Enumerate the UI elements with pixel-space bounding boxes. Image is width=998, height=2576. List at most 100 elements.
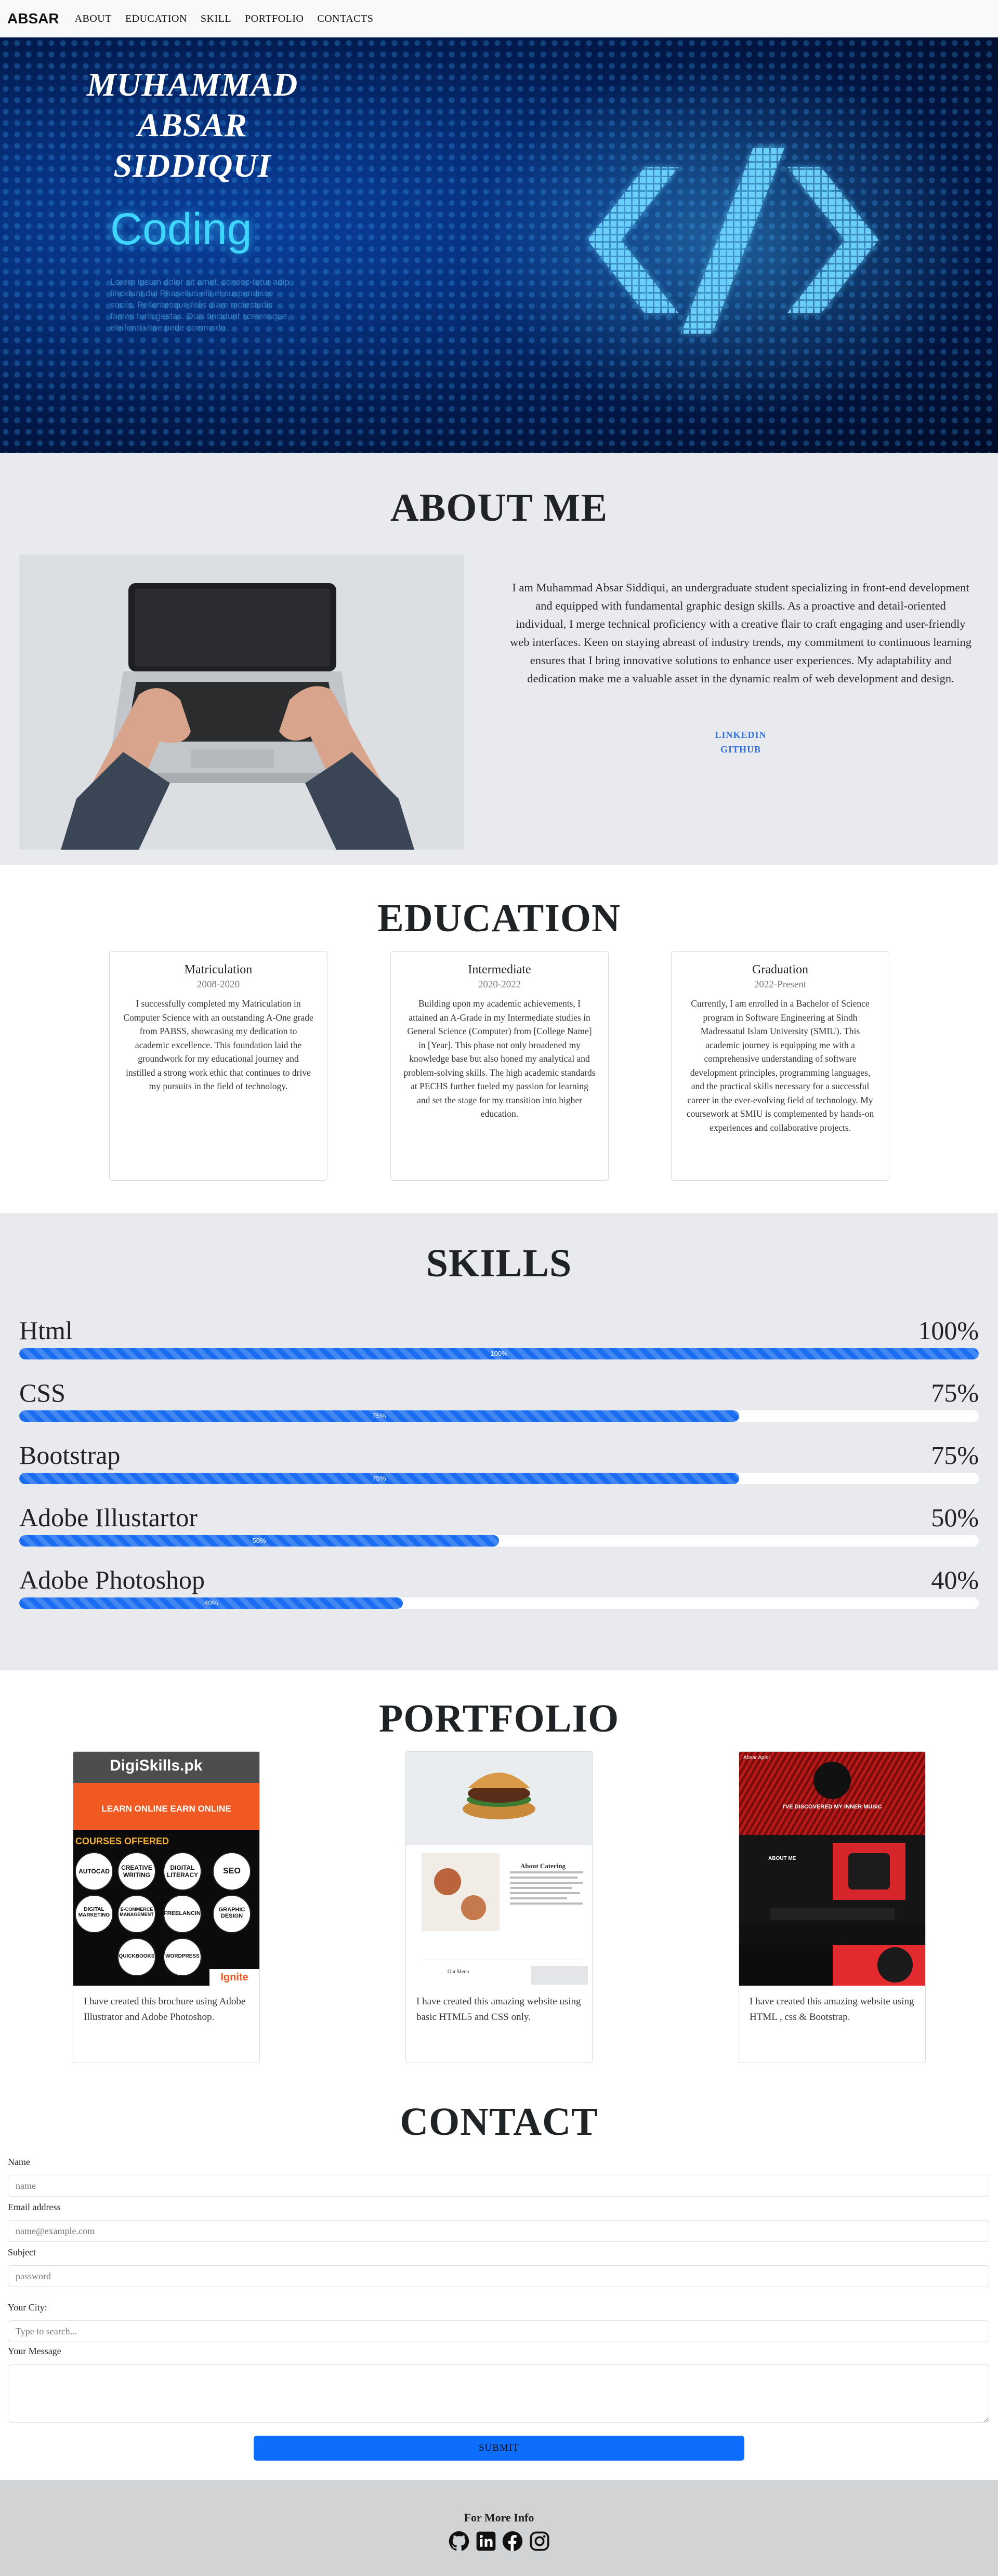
portfolio-card-brochure[interactable]: DigiSkills.pk LEARN ONLINE EARN ONLINE C… (73, 1751, 260, 2063)
course-label: CREATIVE WRITING (121, 1864, 152, 1879)
course-label: DIGITAL MARKETING (78, 1907, 110, 1918)
brochure-courses-title: COURSES OFFERED (75, 1836, 169, 1846)
laptop-illustration (19, 554, 464, 850)
github-icon[interactable] (449, 2531, 469, 2552)
skill-css: CSS 75% 75% (19, 1377, 979, 1422)
skill-percent: 100% (918, 1316, 979, 1345)
edu-card-date: 2022-Present (754, 979, 807, 990)
city-label: Your City: (8, 2302, 47, 2313)
skill-progress-bar: 50% (19, 1535, 499, 1547)
hero-banner: MUHAMMAD ABSAR SIDDIQUI Coding Lorem ips… (0, 37, 998, 453)
skill-progress-track: 75% (19, 1410, 979, 1422)
nav-link-education[interactable]: EDUCATION (125, 13, 187, 25)
nav-link-contacts[interactable]: CONTACTS (317, 13, 373, 25)
hero-name-line3: SIDDIQUI (113, 147, 271, 184)
education-title: EDUCATION (377, 896, 621, 940)
name-input[interactable] (8, 2175, 989, 2197)
portfolio-card-catering-site[interactable]: About Catering Our Menu I have created t… (405, 1751, 593, 2063)
course-label: FREELANCING (164, 1910, 205, 1917)
skill-progress-bar: 40% (19, 1597, 403, 1609)
edu-card-body: I successfully completed my Matriculatio… (123, 998, 313, 1091)
skill-html: Html 100% 100% (19, 1315, 979, 1359)
skill-name: CSS (19, 1378, 65, 1407)
subject-input[interactable] (8, 2265, 989, 2287)
course-label: WORDPRESS (165, 1953, 200, 1959)
navbar: ABSAR ABOUT EDUCATION SKILL PORTFOLIO CO… (0, 0, 998, 37)
name-label: Name (8, 2157, 30, 2167)
brochure-image: DigiSkills.pk LEARN ONLINE EARN ONLINE C… (73, 1752, 259, 1986)
skill-progress-track: 40% (19, 1597, 979, 1609)
skill-name: Bootstrap (19, 1441, 121, 1470)
course-label: DIGITAL LITERACY (167, 1864, 198, 1879)
music-site-headline: I'VE DISCOVERED MY INNER MUSIC (782, 1804, 882, 1810)
course-labels: AUTOCAD CREATIVE WRITING DIGITAL LITERAC… (73, 1851, 259, 1986)
nav-link-about[interactable]: ABOUT (75, 13, 112, 25)
skill-percent: 50% (931, 1503, 979, 1532)
course-label: SEO (223, 1867, 241, 1875)
email-label: Email address (8, 2202, 61, 2212)
instagram-icon[interactable] (529, 2531, 550, 2552)
about-title: ABOUT ME (390, 486, 608, 530)
music-site-brand: Absar Aplet (743, 1755, 770, 1761)
submit-button[interactable]: SUBMIT (254, 2436, 744, 2461)
contact-title: CONTACT (400, 2100, 598, 2144)
footer: For More Info (0, 2480, 998, 2576)
brochure-brand-corner: Ignite (209, 1969, 259, 1986)
nav-links: ABOUT EDUCATION SKILL PORTFOLIO CONTACTS (75, 13, 374, 25)
message-label: Your Message (8, 2346, 61, 2356)
edu-card-date: 2020-2022 (478, 979, 521, 990)
nav-link-portfolio[interactable]: PORTFOLIO (245, 13, 304, 25)
hero-name: MUHAMMAD ABSAR SIDDIQUI (78, 64, 307, 186)
portfolio-card-text: I have created this brochure using Adobe… (84, 1996, 246, 2023)
skills-title: SKILLS (426, 1241, 572, 1285)
education-section: EDUCATION Matriculation 2008-2020 I succ… (0, 865, 998, 1213)
music-site-preview (739, 1752, 925, 1986)
about-description: I am Muhammad Absar Siddiqui, an undergr… (510, 580, 971, 685)
footer-social-icons (449, 2531, 550, 2552)
laptop-typing-image (19, 554, 464, 850)
catering-site-image: About Catering Our Menu (406, 1752, 592, 1986)
hero-name-line2: ABSAR (137, 107, 247, 143)
hero-coding-word: Coding (110, 204, 252, 254)
hero-lorem-text: Lorem ipsum dolor sit amet, consec-tetur… (110, 277, 290, 333)
portfolio-card-text: I have created this amazing website usin… (416, 1996, 581, 2023)
edu-card-title: Intermediate (468, 963, 531, 976)
edu-card-title: Graduation (752, 963, 808, 976)
email-input[interactable] (8, 2220, 989, 2242)
skill-percent: 75% (931, 1441, 979, 1470)
brand-logo[interactable]: ABSAR (7, 10, 59, 27)
linkedin-link[interactable]: LINKEDIN (689, 728, 793, 742)
github-link[interactable]: GITHUB (689, 742, 793, 757)
portfolio-card-text: I have created this amazing website usin… (750, 1996, 914, 2023)
city-search-input[interactable] (8, 2320, 989, 2342)
edu-card-body: Building upon my academic achievements, … (403, 998, 596, 1119)
skill-illustrator: Adobe Illustartor 50% 50% (19, 1502, 979, 1547)
subject-label: Subject (8, 2247, 36, 2257)
skill-progress-track: 75% (19, 1473, 979, 1484)
brochure-banner: LEARN ONLINE EARN ONLINE (101, 1804, 231, 1814)
code-brackets-icon (587, 147, 878, 334)
skill-progress-bar: 75% (19, 1410, 739, 1422)
music-site-about: ABOUT ME (768, 1856, 796, 1861)
portfolio-section: PORTFOLIO DigiSkills.pk LEARN ONLINE EAR… (0, 1670, 998, 2081)
course-label: E-COMMERCE MANAGEMENT (120, 1907, 154, 1917)
skill-bootstrap: Bootstrap 75% 75% (19, 1439, 979, 1484)
about-links: LINKEDIN GITHUB (689, 728, 793, 757)
portfolio-card-music-site[interactable]: Absar Aplet I'VE DISCOVERED MY INNER MUS… (739, 1751, 926, 2063)
music-site-image: Absar Aplet I'VE DISCOVERED MY INNER MUS… (739, 1752, 925, 1986)
skill-progress-bar: 100% (19, 1348, 979, 1359)
about-section: ABOUT ME I am Muhammad Absar Siddiqui, a… (0, 453, 998, 865)
catering-menu-title: Our Menu (448, 1969, 469, 1975)
message-textarea[interactable] (8, 2364, 989, 2423)
skill-name: Html (19, 1316, 73, 1345)
education-card-intermediate: Intermediate 2020-2022 Building upon my … (390, 951, 609, 1181)
facebook-icon[interactable] (502, 2531, 523, 2552)
edu-card-title: Matriculation (184, 963, 253, 976)
edu-card-date: 2008-2020 (196, 979, 240, 990)
nav-link-skill[interactable]: SKILL (201, 13, 231, 25)
course-label: QUICKBOOKS (119, 1953, 155, 1959)
linkedin-icon[interactable] (476, 2531, 496, 2552)
skill-progress-track: 100% (19, 1348, 979, 1359)
edu-card-body: Currently, I am enrolled in a Bachelor o… (686, 998, 874, 1133)
skills-section: SKILLS Html 100% 100% CSS 75% 75% Bootstra… (0, 1213, 998, 1670)
